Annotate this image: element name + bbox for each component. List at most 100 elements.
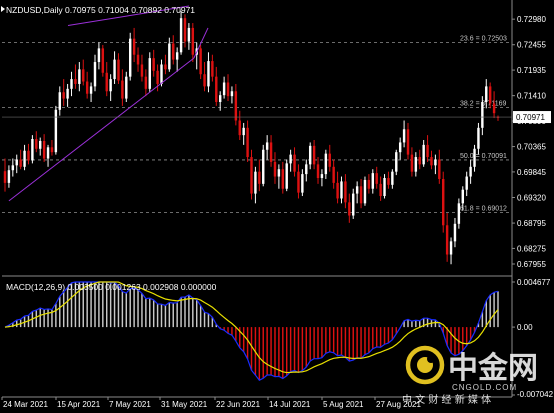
candle: [477, 122, 480, 155]
candle: [379, 176, 382, 201]
candle-body: [262, 149, 265, 184]
candle-body: [175, 52, 179, 60]
candle: [11, 158, 15, 177]
candle-body: [258, 171, 261, 184]
candle-body: [246, 127, 249, 158]
candle-body: [414, 157, 418, 172]
candle: [46, 144, 50, 167]
candle: [250, 149, 253, 200]
candle: [336, 171, 339, 204]
candle-body: [453, 223, 457, 242]
candle: [152, 49, 155, 77]
candle: [19, 149, 22, 170]
time-tick-label: 15 Apr 2021: [57, 400, 101, 409]
candle: [218, 91, 222, 111]
candle-body: [117, 59, 120, 81]
candle-body: [230, 91, 234, 97]
candle: [426, 135, 429, 162]
candle-body: [481, 101, 484, 128]
candle-body: [406, 129, 410, 155]
candle-body: [42, 140, 46, 159]
candle-body: [54, 109, 58, 153]
candle-body: [316, 164, 320, 179]
candle-body: [156, 70, 159, 84]
candle: [222, 76, 226, 99]
time-tick-label: 7 May 2021: [109, 400, 151, 409]
candle: [15, 154, 18, 174]
trend-channel: [8, 5, 209, 202]
candle-body: [82, 69, 85, 82]
candle-body: [293, 154, 296, 172]
candle: [316, 157, 320, 184]
candle-body: [215, 76, 218, 102]
candle-body: [211, 61, 214, 77]
candle-body: [148, 58, 151, 89]
candle-body: [85, 81, 89, 94]
candle: [289, 149, 292, 172]
candle-body: [320, 174, 324, 179]
candle: [430, 150, 433, 170]
price-tick-label: 0.69845: [517, 168, 546, 177]
candle-body: [31, 139, 34, 161]
candle: [355, 181, 359, 204]
candle: [293, 147, 296, 177]
candle-body: [273, 161, 277, 177]
candle: [265, 135, 269, 160]
candle: [449, 237, 453, 265]
candle-body: [265, 142, 269, 150]
candle: [117, 53, 120, 84]
candle-body: [449, 241, 453, 255]
candle: [164, 54, 167, 75]
candle-body: [402, 129, 406, 143]
candle-body: [207, 61, 210, 87]
candle: [492, 91, 496, 119]
price-tick-label: 0.67955: [517, 260, 546, 269]
candle: [195, 42, 198, 70]
candle: [445, 213, 449, 262]
candle: [238, 110, 241, 140]
candle-body: [15, 159, 18, 166]
candle-body: [226, 82, 230, 97]
macd-label: MACD(12,26,9) 0.003500 0.001263 0.002908…: [6, 282, 217, 292]
candle-body: [285, 163, 288, 189]
candle-body: [395, 152, 398, 172]
candle-body: [410, 154, 414, 172]
candle-body: [332, 166, 335, 183]
header-icon: [1, 6, 5, 12]
candle: [234, 83, 238, 126]
candle: [453, 217, 457, 248]
candle-body: [387, 178, 390, 185]
candle: [226, 74, 230, 102]
candle-body: [35, 139, 38, 149]
candle-body: [113, 59, 116, 80]
candle: [312, 140, 316, 170]
candle-body: [418, 157, 421, 165]
candle: [172, 35, 175, 65]
candle-body: [422, 144, 425, 165]
candle-body: [121, 80, 124, 99]
candle: [31, 135, 34, 164]
candle-body: [348, 202, 351, 216]
candle-body: [128, 38, 132, 77]
candle: [481, 96, 484, 136]
watermark-tagline: 中 文 财 经 新 媒 体: [402, 393, 491, 406]
candle-body: [168, 43, 171, 70]
candle: [402, 120, 406, 148]
fib-level-label: 23.6 = 0.72503: [460, 35, 507, 42]
candle: [50, 140, 54, 156]
candle-body: [352, 193, 355, 216]
candle: [269, 135, 273, 167]
candle: [344, 174, 347, 209]
candle-body: [101, 48, 105, 73]
trendline-lower: [8, 57, 195, 202]
cngold-logo-icon: [405, 345, 445, 385]
candle-body: [485, 86, 488, 102]
candle: [262, 144, 265, 187]
candle: [398, 137, 402, 160]
candle-body: [289, 154, 292, 164]
candle: [74, 64, 77, 89]
candle-body: [426, 144, 429, 158]
candle-body: [218, 95, 222, 102]
candle-body: [46, 147, 50, 159]
candle: [340, 176, 343, 204]
